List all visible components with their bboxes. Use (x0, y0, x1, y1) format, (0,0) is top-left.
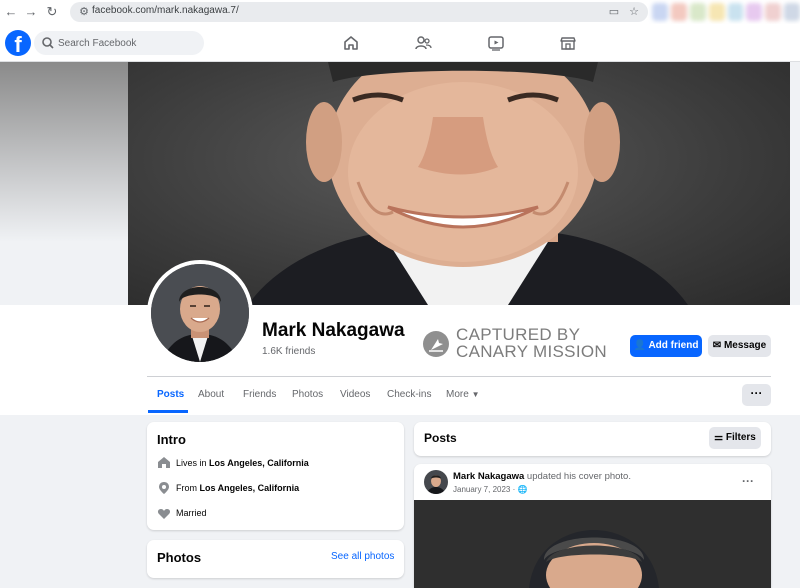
lives-in-prefix: Lives in (176, 458, 210, 468)
message-button[interactable]: ✉ Message (708, 335, 771, 357)
watermark-line-1: CAPTURED BY (456, 325, 581, 344)
tab-check-ins[interactable]: Check-ins (387, 389, 431, 400)
add-friend-label: Add friend (648, 340, 699, 351)
watermark-line-2: CANARY MISSION (456, 342, 607, 361)
post-photo-portrait (414, 500, 771, 588)
extension-icon[interactable] (708, 3, 725, 21)
globe-icon: 🌐 (517, 485, 528, 494)
tab-friends[interactable]: Friends (243, 389, 276, 400)
intro-lives-in: Lives in Los Angeles, California (176, 458, 309, 468)
url-text[interactable]: facebook.com/mark.nakagawa.7/ (92, 5, 239, 16)
tab-more[interactable]: More ▼ (446, 389, 480, 400)
search-box[interactable] (34, 31, 204, 55)
profile-name: Mark Nakagawa (262, 320, 405, 341)
extension-icon[interactable] (765, 3, 782, 21)
facebook-header: f (0, 24, 800, 62)
tab-more-label: More (446, 389, 469, 400)
browser-toolbar: ← → ↻ ⚙ facebook.com/mark.nakagawa.7/ ▭ … (0, 0, 800, 24)
avatar-portrait (151, 264, 249, 362)
post-action-text: updated his cover photo. (524, 471, 631, 482)
tab-videos[interactable]: Videos (340, 389, 370, 400)
post-author-name[interactable]: Mark Nakagawa (453, 471, 524, 482)
home-icon[interactable] (341, 33, 361, 53)
caret-down-icon: ▼ (471, 390, 480, 399)
from-place[interactable]: Los Angeles, California (200, 483, 300, 493)
video-icon[interactable] (486, 33, 506, 53)
extension-icon[interactable] (652, 3, 668, 21)
active-tab-indicator (148, 410, 188, 413)
intro-relationship: Married (176, 508, 207, 518)
see-all-photos-link[interactable]: See all photos (331, 551, 394, 562)
canary-mission-logo-icon (423, 331, 449, 357)
forward-button[interactable]: → (22, 3, 40, 21)
friends-icon[interactable] (413, 33, 433, 53)
site-info-icon[interactable]: ⚙ (76, 4, 92, 20)
post-meta-dot: · (512, 485, 516, 494)
back-button[interactable]: ← (2, 3, 20, 21)
bookmark-star-icon[interactable]: ☆ (626, 4, 642, 20)
post-date[interactable]: January 7, 2023 (453, 485, 510, 494)
filters-icon: ⚌ (714, 432, 724, 443)
filters-button[interactable]: ⚌ Filters (709, 427, 761, 449)
facebook-logo-icon[interactable]: f (5, 30, 31, 56)
profile-avatar[interactable] (147, 260, 253, 366)
messenger-icon: ✉ (712, 340, 722, 351)
heart-icon (157, 509, 171, 519)
cast-icon[interactable]: ▭ (606, 4, 622, 20)
profile-divider (147, 376, 771, 377)
extension-icon[interactable] (784, 3, 800, 21)
extension-icon[interactable] (727, 3, 744, 21)
extensions-area (652, 3, 800, 21)
search-input[interactable] (56, 34, 196, 52)
tab-posts[interactable]: Posts (157, 389, 184, 400)
extension-icon[interactable] (746, 3, 763, 21)
location-pin-icon (159, 482, 169, 494)
tab-about[interactable]: About (198, 389, 224, 400)
add-friend-button[interactable]: 👤 Add friend (630, 335, 702, 357)
post-cover-photo[interactable] (414, 500, 771, 588)
post-author-avatar[interactable] (424, 470, 448, 494)
posts-title: Posts (424, 431, 457, 445)
add-friend-icon: 👤 (633, 340, 647, 351)
lives-in-place[interactable]: Los Angeles, California (209, 458, 309, 468)
home-icon (158, 457, 170, 468)
intro-title: Intro (157, 432, 186, 447)
friends-count[interactable]: 1.6K friends (262, 346, 315, 357)
message-label: Message (723, 340, 767, 351)
watermark-text: CAPTURED BY CANARY MISSION (456, 326, 607, 360)
post-avatar-portrait (426, 475, 446, 494)
profile-more-button[interactable]: ··· (742, 384, 771, 406)
background-gradient (0, 62, 128, 262)
intro-from: From Los Angeles, California (176, 483, 299, 493)
from-prefix: From (176, 483, 200, 493)
extension-icon[interactable] (689, 3, 706, 21)
post-header-text: Mark Nakagawa updated his cover photo. (453, 471, 631, 482)
tab-photos[interactable]: Photos (292, 389, 323, 400)
address-bar[interactable]: ⚙ facebook.com/mark.nakagawa.7/ ▭ ☆ (70, 2, 648, 22)
marketplace-icon[interactable] (558, 33, 578, 53)
post-menu-button[interactable]: ··· (742, 474, 754, 488)
filters-label: Filters (725, 432, 756, 443)
reload-button[interactable]: ↻ (43, 3, 61, 21)
extension-icon[interactable] (670, 3, 687, 21)
post-meta: January 7, 2023 · 🌐 (453, 485, 527, 494)
photos-title: Photos (157, 550, 202, 565)
search-icon (42, 37, 54, 49)
